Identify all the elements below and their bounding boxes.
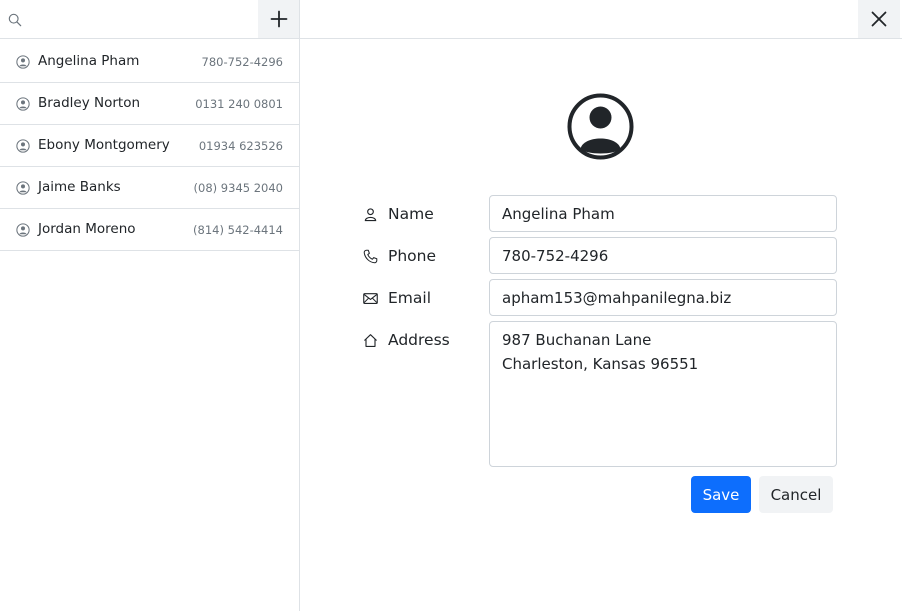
close-icon <box>871 11 887 27</box>
contact-list: Angelina Pham 780-752-4296 Bradley Norto… <box>0 41 299 251</box>
person-circle-icon <box>16 223 30 237</box>
address-label-text: Address <box>388 331 450 349</box>
house-icon <box>364 333 377 347</box>
contact-name: Ebony Montgomery <box>38 137 170 153</box>
contact-list-item[interactable]: Bradley Norton 0131 240 0801 <box>0 83 299 125</box>
contact-phone: (08) 9345 2040 <box>193 181 283 195</box>
person-circle-icon <box>16 139 30 153</box>
contact-name: Angelina Pham <box>38 53 140 69</box>
address-label: Address <box>363 329 450 351</box>
close-button[interactable] <box>858 0 900 38</box>
phone-label: Phone <box>363 245 436 267</box>
email-label: Email <box>363 287 431 309</box>
person-circle-icon <box>16 97 30 111</box>
contact-name: Jordan Moreno <box>38 221 136 237</box>
address-field[interactable]: 987 Buchanan Lane Charleston, Kansas 965… <box>489 321 837 467</box>
add-contact-button[interactable] <box>258 0 299 38</box>
contact-phone: 780-752-4296 <box>201 55 283 69</box>
contact-name: Bradley Norton <box>38 95 141 111</box>
envelope-icon <box>363 292 378 304</box>
name-label-text: Name <box>388 205 434 223</box>
phone-field[interactable] <box>489 237 837 274</box>
contacts-sidebar: Angelina Pham 780-752-4296 Bradley Norto… <box>0 0 300 611</box>
detail-topbar <box>300 0 902 39</box>
phone-icon <box>363 249 378 263</box>
contact-list-item[interactable]: Angelina Pham 780-752-4296 <box>0 41 299 83</box>
contact-list-item[interactable]: Jaime Banks (08) 9345 2040 <box>0 167 299 209</box>
person-circle-icon <box>567 93 634 160</box>
person-circle-icon <box>16 181 30 195</box>
cancel-button[interactable]: Cancel <box>759 476 833 513</box>
name-field[interactable] <box>489 195 837 232</box>
person-icon <box>364 207 377 221</box>
contact-list-item[interactable]: Jordan Moreno (814) 542-4414 <box>0 209 299 251</box>
contact-phone: (814) 542-4414 <box>193 223 283 237</box>
save-button[interactable]: Save <box>691 476 751 513</box>
search-icon <box>8 13 22 27</box>
email-label-text: Email <box>388 289 432 307</box>
contact-list-item[interactable]: Ebony Montgomery 01934 623526 <box>0 125 299 167</box>
phone-label-text: Phone <box>388 247 437 265</box>
contact-phone: 0131 240 0801 <box>195 97 283 111</box>
search-bar <box>0 0 299 39</box>
contact-phone: 01934 623526 <box>198 139 283 153</box>
person-circle-icon <box>16 55 30 69</box>
search-input[interactable] <box>26 1 254 37</box>
name-label: Name <box>363 203 434 225</box>
plus-icon <box>270 10 287 28</box>
contact-name: Jaime Banks <box>38 179 121 195</box>
email-field[interactable] <box>489 279 837 316</box>
